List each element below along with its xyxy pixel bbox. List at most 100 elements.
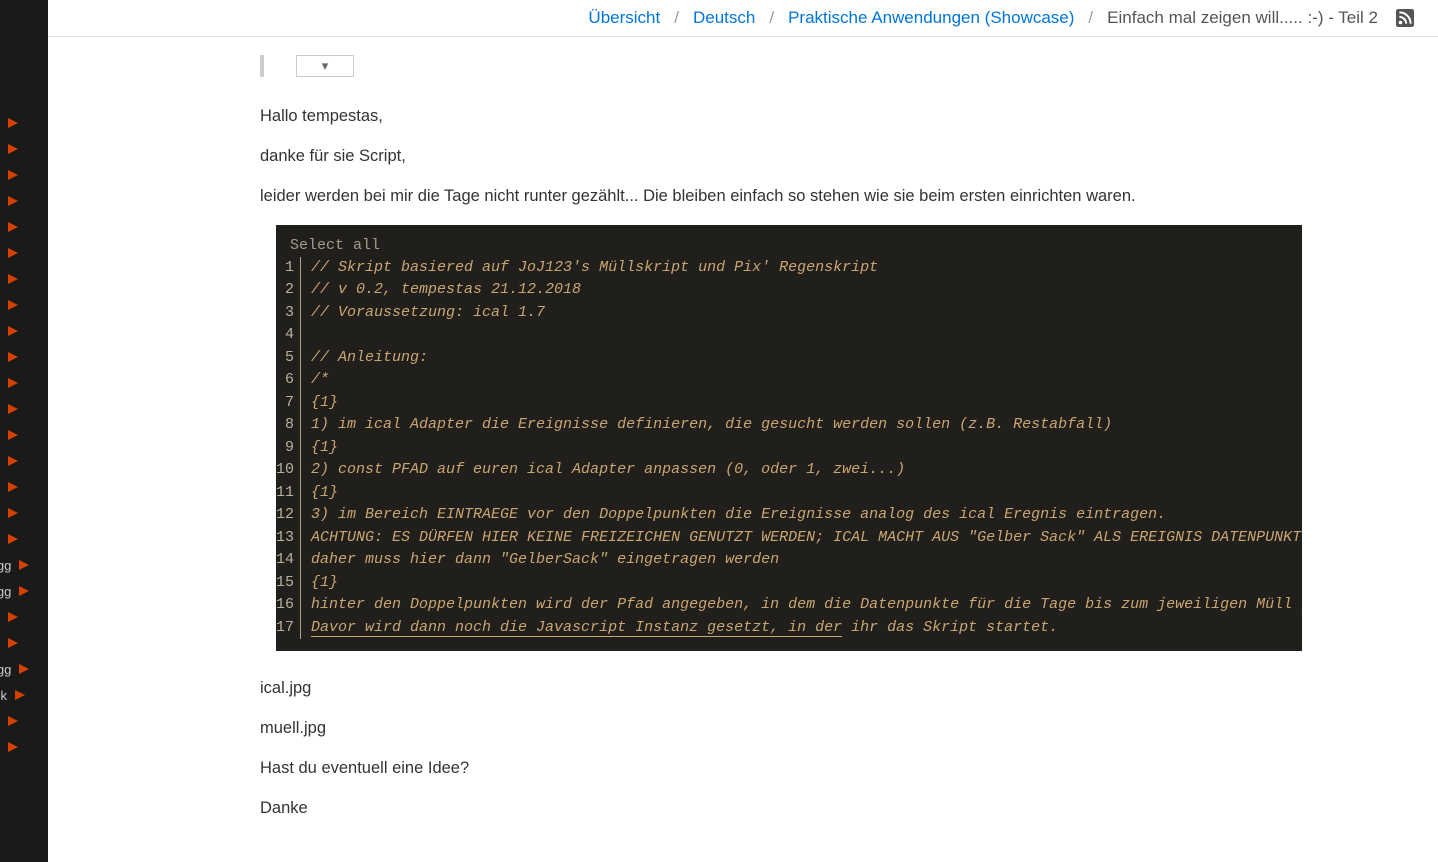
sidebar-list: igg igg igg ck bbox=[0, 60, 48, 760]
select-all-link[interactable]: Select all bbox=[290, 237, 380, 254]
code-line bbox=[311, 324, 1302, 347]
sidebar-item[interactable] bbox=[0, 370, 48, 396]
sidebar-item[interactable] bbox=[0, 604, 48, 630]
breadcrumb-showcase[interactable]: Praktische Anwendungen (Showcase) bbox=[788, 8, 1074, 28]
code-line: hinter den Doppelpunkten wird der Pfad a… bbox=[311, 594, 1302, 617]
breadcrumb-current: Einfach mal zeigen will..... :-) - Teil … bbox=[1107, 8, 1378, 28]
sidebar-item[interactable] bbox=[0, 448, 48, 474]
sidebar-item[interactable] bbox=[0, 526, 48, 552]
breadcrumb-sep: / bbox=[1088, 8, 1093, 28]
triangle-icon bbox=[8, 144, 18, 154]
sidebar-item[interactable] bbox=[0, 136, 48, 162]
triangle-icon bbox=[8, 274, 18, 284]
sidebar-item[interactable] bbox=[0, 240, 48, 266]
attachment-name: muell.jpg bbox=[260, 717, 1330, 741]
code-block: Select all 1234567891011121314151617 // … bbox=[276, 225, 1302, 651]
post-paragraph: Hast du eventuell eine Idee? bbox=[260, 757, 1330, 781]
triangle-icon bbox=[8, 404, 18, 414]
breadcrumb-sep: / bbox=[769, 8, 774, 28]
code-line: 1) im ical Adapter die Ereignisse defini… bbox=[311, 414, 1302, 437]
sidebar-item[interactable]: igg bbox=[0, 578, 48, 604]
chevron-down-icon: ▾ bbox=[322, 58, 329, 74]
breadcrumb-overview[interactable]: Übersicht bbox=[588, 8, 660, 28]
sidebar-item-label: igg bbox=[0, 558, 11, 573]
code-line: ACHTUNG: ES DÜRFEN HIER KEINE FREIZEICHE… bbox=[311, 527, 1302, 550]
triangle-icon bbox=[19, 664, 29, 674]
sidebar-item[interactable] bbox=[0, 708, 48, 734]
rss-icon[interactable] bbox=[1396, 9, 1414, 27]
triangle-icon bbox=[8, 300, 18, 310]
code-line: {1} bbox=[311, 437, 1302, 460]
sidebar-item[interactable]: ck bbox=[0, 682, 48, 708]
post-paragraph: leider werden bei mir die Tage nicht run… bbox=[260, 185, 1330, 209]
quote-collapsed: ▾ bbox=[260, 55, 1330, 77]
sidebar-item[interactable] bbox=[0, 422, 48, 448]
code-line: {1} bbox=[311, 572, 1302, 595]
code-gutter: 1234567891011121314151617 bbox=[276, 257, 301, 640]
post-paragraph: Hallo tempestas, bbox=[260, 105, 1330, 129]
breadcrumb-deutsch[interactable]: Deutsch bbox=[693, 8, 755, 28]
triangle-icon bbox=[8, 482, 18, 492]
breadcrumb-sep: / bbox=[674, 8, 679, 28]
sidebar-item[interactable] bbox=[0, 266, 48, 292]
triangle-icon bbox=[8, 612, 18, 622]
code-line: /* bbox=[311, 369, 1302, 392]
code-line: 3) im Bereich EINTRAEGE vor den Doppelpu… bbox=[311, 504, 1302, 527]
sidebar-item[interactable] bbox=[0, 292, 48, 318]
triangle-icon bbox=[8, 638, 18, 648]
sidebar-item-label: igg bbox=[0, 584, 11, 599]
sidebar-item[interactable]: igg bbox=[0, 552, 48, 578]
code-scroll[interactable]: 1234567891011121314151617 // Skript basi… bbox=[276, 257, 1302, 651]
sidebar-item-label: ck bbox=[0, 688, 7, 703]
sidebar-item[interactable] bbox=[0, 396, 48, 422]
triangle-icon bbox=[8, 378, 18, 388]
post-paragraph: Danke bbox=[260, 797, 1330, 821]
sidebar-header bbox=[0, 0, 48, 60]
sidebar-item[interactable] bbox=[0, 474, 48, 500]
code-line: daher muss hier dann "GelberSack" einget… bbox=[311, 549, 1302, 572]
code-line: {1} bbox=[311, 392, 1302, 415]
main-area: Übersicht / Deutsch / Praktische Anwendu… bbox=[48, 0, 1438, 862]
triangle-icon bbox=[8, 508, 18, 518]
code-line: // v 0.2, tempestas 21.12.2018 bbox=[311, 279, 1302, 302]
quote-expand-button[interactable]: ▾ bbox=[296, 55, 354, 77]
triangle-icon bbox=[8, 456, 18, 466]
sidebar-item[interactable] bbox=[0, 318, 48, 344]
triangle-icon bbox=[8, 352, 18, 362]
triangle-icon bbox=[8, 248, 18, 258]
post-paragraph: danke für sie Script, bbox=[260, 145, 1330, 169]
triangle-icon bbox=[8, 118, 18, 128]
sidebar-item[interactable] bbox=[0, 214, 48, 240]
triangle-icon bbox=[15, 690, 25, 700]
triangle-icon bbox=[8, 742, 18, 752]
content-scroll[interactable]: ▾ Hallo tempestas, danke für sie Script,… bbox=[48, 37, 1438, 862]
code-line: Davor wird dann noch die Javascript Inst… bbox=[311, 617, 1302, 640]
sidebar-item[interactable] bbox=[0, 188, 48, 214]
post: ▾ Hallo tempestas, danke für sie Script,… bbox=[260, 55, 1330, 862]
code-line: // Skript basiered auf JoJ123's Müllskri… bbox=[311, 257, 1302, 280]
attachment-name: ical.jpg bbox=[260, 677, 1330, 701]
code-line: // Anleitung: bbox=[311, 347, 1302, 370]
sidebar-item-label: igg bbox=[0, 662, 11, 677]
sidebar-item[interactable] bbox=[0, 630, 48, 656]
triangle-icon bbox=[8, 534, 18, 544]
sidebar-item[interactable] bbox=[0, 162, 48, 188]
sidebar-item[interactable] bbox=[0, 500, 48, 526]
code-line: {1} bbox=[311, 482, 1302, 505]
triangle-icon bbox=[8, 716, 18, 726]
sidebar-item[interactable] bbox=[0, 734, 48, 760]
breadcrumb: Übersicht / Deutsch / Praktische Anwendu… bbox=[48, 0, 1438, 37]
triangle-icon bbox=[8, 326, 18, 336]
triangle-icon bbox=[8, 222, 18, 232]
triangle-icon bbox=[8, 170, 18, 180]
triangle-icon bbox=[19, 560, 29, 570]
sidebar-item[interactable]: igg bbox=[0, 656, 48, 682]
code-body: // Skript basiered auf JoJ123's Müllskri… bbox=[301, 257, 1302, 640]
triangle-icon bbox=[8, 196, 18, 206]
triangle-icon bbox=[8, 430, 18, 440]
code-line: // Voraussetzung: ical 1.7 bbox=[311, 302, 1302, 325]
triangle-icon bbox=[19, 586, 29, 596]
sidebar: igg igg igg ck bbox=[0, 0, 48, 862]
sidebar-item[interactable] bbox=[0, 344, 48, 370]
sidebar-item[interactable] bbox=[0, 110, 48, 136]
